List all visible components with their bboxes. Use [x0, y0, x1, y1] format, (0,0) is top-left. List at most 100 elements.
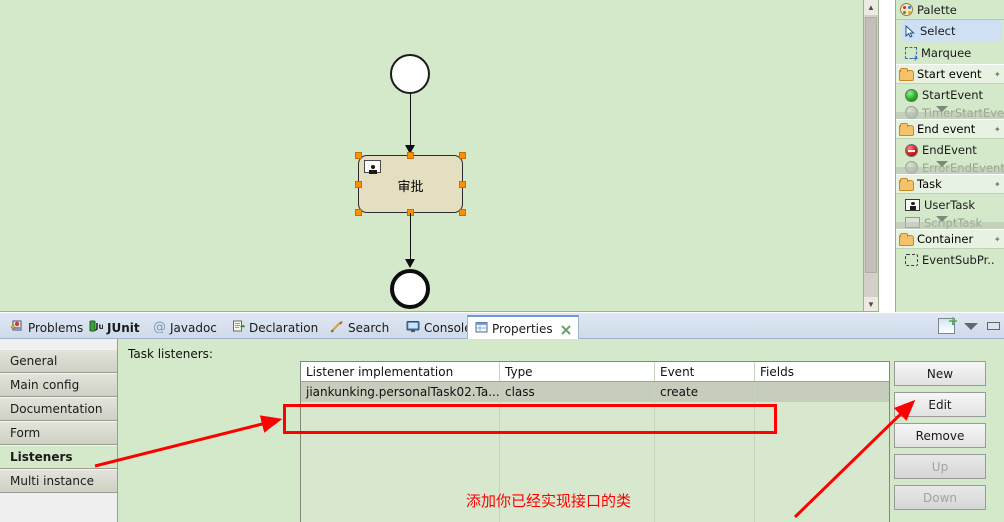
properties-tab-documentation[interactable]: Documentation — [0, 397, 117, 421]
selection-handle-nw[interactable] — [355, 152, 362, 159]
tab-problems[interactable]: Problems — [4, 316, 90, 339]
clip-shade — [896, 112, 1004, 119]
palette-tool-select[interactable]: Select — [902, 20, 1002, 42]
palette-item-eventsubprocess[interactable]: EventSubPr.. — [896, 249, 1004, 271]
palette-group-container-label: Container — [917, 232, 974, 246]
scroll-down-icon[interactable]: ▼ — [864, 297, 878, 311]
palette-item-startevent-label: StartEvent — [922, 88, 984, 102]
view-menu-chevron-icon[interactable] — [964, 322, 978, 330]
new-button[interactable]: New — [894, 361, 986, 386]
table-header-row: Listener implementation Type Event Field… — [301, 362, 889, 382]
close-icon[interactable] — [560, 324, 571, 335]
user-task-icon — [905, 199, 920, 211]
end-event-icon — [905, 143, 918, 157]
palette-item-usertask[interactable]: UserTask — [896, 194, 1004, 216]
table-row[interactable] — [301, 402, 889, 422]
palette-panel[interactable]: Palette Select Marquee Start event ✦ Sta… — [895, 0, 1004, 312]
table-row[interactable]: jiankunking.personalTask02.Ta... class c… — [301, 382, 889, 402]
palette-group-start-event[interactable]: Start event ✦ — [896, 64, 1004, 84]
tab-properties[interactable]: Properties — [467, 315, 579, 340]
palette-tool-marquee[interactable]: Marquee — [896, 42, 1004, 64]
tab-search-label: Search — [348, 320, 390, 335]
tab-junit[interactable]: Ju JUnit — [82, 316, 147, 339]
end-event-node[interactable] — [390, 269, 430, 309]
diagram-canvas[interactable]: 审批 ▲ ▼ — [0, 0, 879, 312]
selection-handle-sw[interactable] — [355, 209, 362, 216]
down-button[interactable]: Down — [894, 485, 986, 510]
palette-group-container[interactable]: Container ✦ — [896, 229, 1004, 249]
column-header-type[interactable]: Type — [500, 362, 655, 381]
chevron-right-icon[interactable]: ✦ — [994, 236, 1001, 244]
palette-item-endevent-label: EndEvent — [922, 143, 977, 157]
palette-item-endevent[interactable]: EndEvent — [896, 139, 1004, 161]
palette-item-clipped-2[interactable]: ScriptTask — [896, 216, 1004, 229]
properties-tab-documentation-label: Documentation — [10, 402, 103, 416]
flow-connector-1[interactable] — [410, 94, 411, 146]
properties-tab-list: General Main config Documentation Form L… — [0, 339, 118, 522]
properties-tab-listeners[interactable]: Listeners — [0, 445, 117, 469]
cell-type: class — [500, 382, 655, 402]
chevron-right-icon[interactable]: ✦ — [994, 71, 1001, 79]
tab-search[interactable]: Search — [323, 316, 396, 339]
remove-button[interactable]: Remove — [894, 423, 986, 448]
problems-icon — [10, 320, 24, 336]
scrollbar-thumb[interactable] — [865, 17, 877, 273]
cell-implementation: jiankunking.personalTask02.Ta... — [301, 382, 500, 402]
table-row[interactable] — [301, 442, 889, 462]
properties-tab-main-config-label: Main config — [10, 378, 80, 392]
palette-group-end-event[interactable]: End event ✦ — [896, 119, 1004, 139]
folder-icon — [899, 177, 914, 191]
edit-button[interactable]: Edit — [894, 392, 986, 417]
flow-connector-2[interactable] — [410, 213, 411, 261]
task-listeners-label: Task listeners: — [128, 347, 213, 361]
palette-item-eventsubprocess-label: EventSubPr.. — [922, 253, 995, 267]
up-button[interactable]: Up — [894, 454, 986, 479]
palette-item-usertask-label: UserTask — [924, 198, 976, 212]
table-row[interactable] — [301, 462, 889, 482]
user-task-node[interactable]: 审批 — [358, 155, 463, 213]
scroll-up-icon[interactable]: ▲ — [864, 0, 878, 15]
minimize-icon[interactable] — [987, 322, 1000, 330]
diagram-canvas-inner[interactable]: 审批 — [0, 0, 878, 311]
tab-properties-label: Properties — [492, 321, 553, 336]
cursor-icon — [905, 24, 916, 38]
tab-problems-label: Problems — [28, 320, 84, 335]
palette-item-startevent[interactable]: StartEvent — [896, 84, 1004, 106]
palette-group-task[interactable]: Task ✦ — [896, 174, 1004, 194]
new-view-icon[interactable] — [938, 318, 955, 334]
tab-declaration-label: Declaration — [249, 320, 319, 335]
palette-header: Palette — [896, 0, 1004, 20]
view-toolbar — [938, 316, 1000, 336]
properties-tab-multi-instance[interactable]: Multi instance — [0, 469, 117, 493]
column-header-fields[interactable]: Fields — [755, 362, 889, 381]
selection-handle-ne[interactable] — [459, 152, 466, 159]
chevron-right-icon[interactable]: ✦ — [994, 181, 1001, 189]
properties-tab-general[interactable]: General — [0, 349, 117, 373]
properties-tab-listeners-label: Listeners — [10, 450, 73, 464]
folder-icon — [899, 122, 914, 136]
view-tab-bar: Problems Ju JUnit @ Javadoc Declaration — [0, 313, 1004, 340]
palette-item-clipped-1[interactable]: ErrorEndEvent — [896, 161, 1004, 174]
properties-tab-main-config[interactable]: Main config — [0, 373, 117, 397]
folder-icon — [899, 67, 914, 81]
properties-tab-form[interactable]: Form — [0, 421, 117, 445]
column-header-event[interactable]: Event — [655, 362, 755, 381]
tab-javadoc[interactable]: @ Javadoc — [146, 316, 224, 339]
selection-handle-e[interactable] — [459, 181, 466, 188]
clip-shade — [896, 167, 1004, 174]
palette-item-clipped-0[interactable]: TimerStartEvent — [896, 106, 1004, 119]
tab-console-label: Console — [424, 320, 472, 335]
user-task-label: 审批 — [397, 180, 424, 195]
selection-handle-n[interactable] — [407, 152, 414, 159]
selection-handle-se[interactable] — [459, 209, 466, 216]
start-event-node[interactable] — [390, 54, 430, 94]
canvas-vertical-scrollbar[interactable]: ▲ ▼ — [863, 0, 878, 311]
column-header-implementation[interactable]: Listener implementation — [301, 362, 500, 381]
tab-javadoc-label: Javadoc — [170, 320, 217, 335]
selection-handle-w[interactable] — [355, 181, 362, 188]
cell-fields — [755, 382, 889, 402]
table-row[interactable] — [301, 422, 889, 442]
properties-tab-general-label: General — [10, 354, 58, 368]
chevron-right-icon[interactable]: ✦ — [994, 126, 1001, 134]
tab-declaration[interactable]: Declaration — [225, 316, 325, 339]
